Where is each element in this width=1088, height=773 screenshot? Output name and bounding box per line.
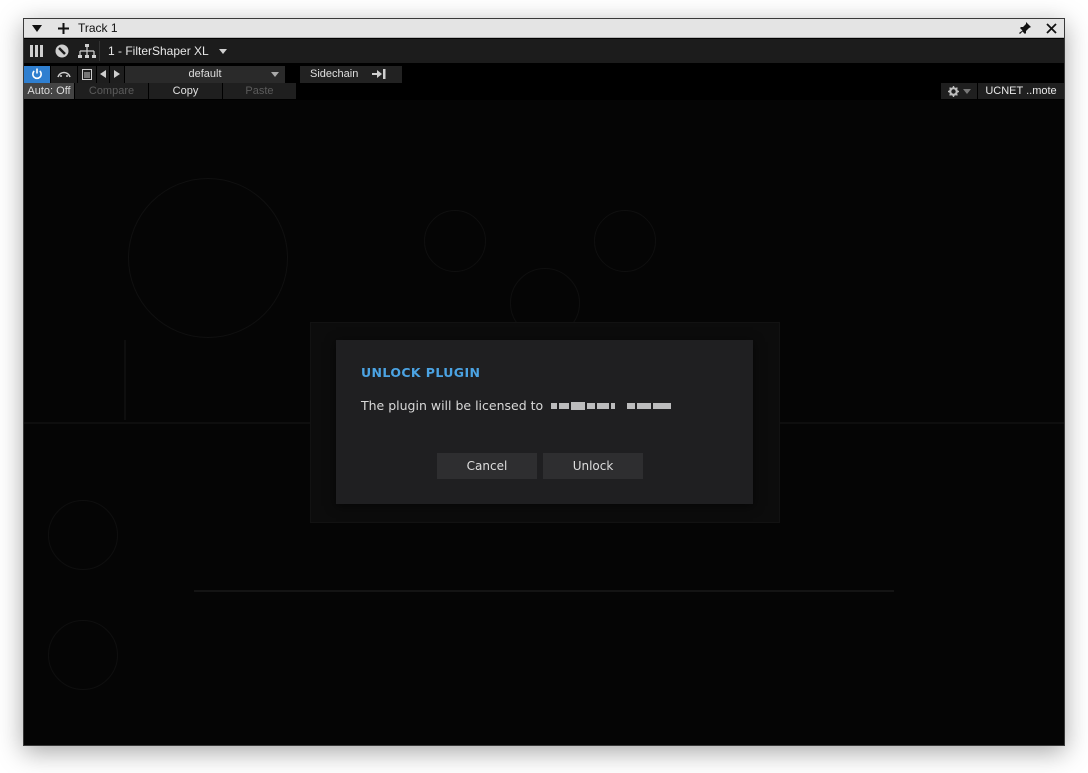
chevron-down-icon bbox=[271, 71, 279, 77]
plugin-controls-row: default Sidechain bbox=[24, 65, 1064, 83]
ghost-knob bbox=[48, 620, 118, 690]
mixer-button[interactable] bbox=[24, 39, 49, 63]
compare-button[interactable]: Compare bbox=[75, 83, 148, 99]
plugin-bar: 1 - FilterShaper XL bbox=[24, 39, 1064, 63]
dialog-message-text: The plugin will be licensed to bbox=[361, 398, 544, 413]
pin-icon bbox=[1019, 22, 1031, 34]
routing-button[interactable] bbox=[74, 39, 99, 63]
collapse-button[interactable] bbox=[24, 19, 50, 38]
power-icon bbox=[32, 68, 42, 80]
paste-button[interactable]: Paste bbox=[223, 83, 296, 99]
add-button[interactable] bbox=[50, 19, 76, 38]
next-preset-button[interactable] bbox=[110, 65, 124, 83]
triangle-left-icon bbox=[100, 70, 106, 78]
automation-row: Auto: Off Compare Copy Paste UCNET ..mot… bbox=[24, 83, 1064, 99]
preset-dropdown[interactable]: default bbox=[125, 65, 285, 83]
unlock-button[interactable]: Unlock bbox=[543, 453, 643, 479]
remote-control-button[interactable]: UCNET ..mote bbox=[978, 83, 1064, 99]
sidechain-label: Sidechain bbox=[310, 68, 359, 80]
sidechain-input-icon bbox=[372, 69, 386, 79]
cancel-button[interactable]: Cancel bbox=[437, 453, 537, 479]
ghost-line bbox=[124, 340, 126, 420]
previous-preset-button[interactable] bbox=[97, 65, 109, 83]
unlock-dialog: UNLOCK PLUGIN The plugin will be license… bbox=[336, 340, 753, 504]
triangle-down-icon bbox=[32, 24, 42, 32]
triangle-right-icon bbox=[114, 70, 120, 78]
preset-browser-button[interactable] bbox=[78, 65, 96, 83]
divider bbox=[99, 41, 100, 61]
plugin-selector[interactable]: 1 - FilterShaper XL bbox=[108, 44, 227, 58]
close-icon bbox=[1045, 22, 1057, 34]
bypass-curve-button[interactable] bbox=[51, 65, 77, 83]
dialog-title: UNLOCK PLUGIN bbox=[361, 365, 481, 380]
sidechain-button[interactable]: Sidechain bbox=[300, 65, 402, 83]
gear-icon bbox=[947, 85, 959, 97]
preset-name: default bbox=[188, 68, 222, 80]
ghost-knob bbox=[128, 178, 288, 338]
document-icon bbox=[82, 68, 92, 80]
plugin-name: 1 - FilterShaper XL bbox=[108, 44, 209, 58]
mixer-icon bbox=[29, 45, 43, 57]
settings-button[interactable] bbox=[941, 83, 977, 99]
chevron-down-icon bbox=[218, 48, 227, 54]
ghost-knob bbox=[48, 500, 118, 570]
plugin-logo-button[interactable] bbox=[49, 39, 74, 63]
pin-button[interactable] bbox=[1012, 19, 1038, 38]
ghost-knob bbox=[424, 210, 486, 272]
redacted-name bbox=[551, 401, 672, 410]
chevron-down-icon bbox=[962, 88, 971, 94]
curve-icon bbox=[57, 71, 71, 78]
window-titlebar: Track 1 bbox=[24, 19, 1064, 38]
plugin-logo-icon bbox=[55, 44, 68, 58]
plus-icon bbox=[57, 22, 69, 34]
copy-button[interactable]: Copy bbox=[149, 83, 222, 99]
power-button[interactable] bbox=[24, 65, 50, 83]
close-button[interactable] bbox=[1038, 19, 1064, 38]
window-title: Track 1 bbox=[78, 21, 118, 35]
plugin-window: Track 1 1 - FilterShaper XL default Side… bbox=[23, 18, 1065, 746]
routing-icon bbox=[77, 44, 96, 58]
automation-mode-button[interactable]: Auto: Off bbox=[24, 83, 74, 99]
plugin-editor-area: UNLOCK PLUGIN The plugin will be license… bbox=[24, 100, 1064, 745]
ghost-knob bbox=[594, 210, 656, 272]
dialog-message: The plugin will be licensed to bbox=[361, 398, 672, 413]
ghost-line bbox=[194, 590, 894, 592]
